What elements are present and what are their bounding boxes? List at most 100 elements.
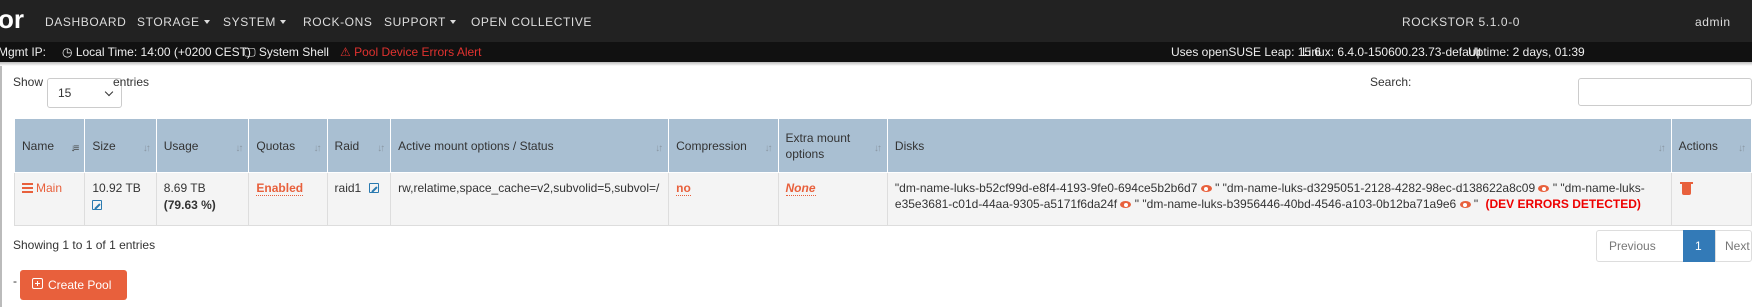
column-label: Compression xyxy=(676,138,747,153)
pool-name-link[interactable]: Main xyxy=(22,181,62,195)
sort-icon: ↓↑ xyxy=(235,143,243,154)
nav-open-collective[interactable]: OPEN COLLECTIVE xyxy=(471,15,592,29)
disk-name: " "dm-name-luks-d3295051-2128-4282-98ec-… xyxy=(1215,181,1536,195)
column-header-mount-options[interactable]: Active mount options / Status ↓↑ xyxy=(390,118,670,173)
table-header-row: Name ↓≡ Size ↓↑ Usage ↓↑ Quotas ↓↑ Raid ↓↑ Ac… xyxy=(13,118,1752,173)
page-size-value: 15 xyxy=(58,86,72,100)
create-pool-label: Create Pool xyxy=(48,278,112,292)
system-shell-label: System Shell xyxy=(258,45,329,59)
disk-name: " xyxy=(1473,197,1479,211)
search-input[interactable] xyxy=(1578,78,1752,106)
header-shadow xyxy=(0,62,1752,66)
page-1-button[interactable]: 1 xyxy=(1683,230,1715,262)
disk-name: " "dm-name-luks-b3956446-40bd-4546-a103-… xyxy=(1134,197,1457,211)
column-header-extra-mount[interactable]: Extra mount options ↓↑ xyxy=(777,118,888,173)
system-shell-link[interactable]: 🖵 System Shell xyxy=(244,45,329,60)
column-header-name[interactable]: Name ↓≡ xyxy=(13,118,86,173)
warning-icon: ⚠ xyxy=(340,45,351,59)
extra-mount-toggle[interactable]: None xyxy=(785,181,816,196)
page-size-select[interactable]: 15 xyxy=(47,78,122,108)
cell-quotas: Enabled xyxy=(248,172,328,226)
column-header-size[interactable]: Size ↓↑ xyxy=(84,118,157,173)
eye-icon[interactable] xyxy=(1200,185,1212,192)
mount-options-value: rw,relatime,space_cache=v2,subvolid=5,su… xyxy=(398,181,660,195)
nav-rock-ons[interactable]: ROCK-ONS xyxy=(303,15,372,29)
version-label: ROCKSTOR 5.1.0-0 xyxy=(1402,15,1521,29)
disk-name: "dm-name-luks-b52cf99d-e8f4-4193-9fe0-69… xyxy=(894,181,1198,195)
column-label: Disks xyxy=(894,138,925,153)
local-time-label: Local Time: 14:00 (+0200 CEST) xyxy=(75,45,251,59)
chevron-down-icon xyxy=(279,20,286,24)
dash-text: - xyxy=(13,274,17,288)
nav-support[interactable]: SUPPORT xyxy=(384,15,456,29)
local-time: ◷ Local Time: 14:00 (+0200 CEST) xyxy=(62,45,251,59)
status-bar: Mgmt IP: ◷ Local Time: 14:00 (+0200 CEST… xyxy=(0,42,1752,62)
chevron-down-icon xyxy=(450,20,456,24)
column-header-disks[interactable]: Disks ↓↑ xyxy=(886,118,1672,173)
pool-device-errors-alert[interactable]: ⚠ Pool Device Errors Alert xyxy=(340,45,482,59)
show-label: Show xyxy=(13,75,44,89)
raid-value: raid1 xyxy=(334,181,362,195)
usage-percent: (79.63 %) xyxy=(163,198,216,212)
eye-icon[interactable] xyxy=(1120,201,1132,208)
disk-name: " "dm-name-luks- xyxy=(1552,181,1645,195)
user-menu[interactable]: admin xyxy=(1695,15,1731,29)
trash-icon[interactable] xyxy=(1679,182,1693,195)
edit-size-icon[interactable] xyxy=(92,200,103,210)
alert-label: Pool Device Errors Alert xyxy=(354,45,482,59)
sort-asc-icon: ↓≡ xyxy=(70,143,79,154)
sort-icon: ↓↑ xyxy=(873,143,882,154)
brand-logo-fragment[interactable]: or xyxy=(0,4,24,34)
table-info: Showing 1 to 1 of 1 entries xyxy=(13,238,156,252)
sort-icon: ↓↑ xyxy=(313,143,322,154)
uptime-info: Uptime: 2 days, 01:39 xyxy=(1468,45,1585,59)
column-label: Active mount options / Status xyxy=(398,138,554,153)
size-value: 10.92 TB xyxy=(92,181,141,195)
list-icon xyxy=(22,183,33,193)
nav-support-label: SUPPORT xyxy=(384,15,446,29)
nav-dashboard[interactable]: DASHBOARD xyxy=(45,15,126,29)
edit-raid-icon[interactable] xyxy=(368,183,379,193)
cell-disks: "dm-name-luks-b52cf99d-e8f4-4193-9fe0-69… xyxy=(886,172,1672,226)
sort-icon: ↓↑ xyxy=(1738,143,1746,154)
cell-compression: no xyxy=(668,172,779,226)
nav-storage-label: STORAGE xyxy=(137,15,200,29)
mgmt-ip-label: Mgmt IP: xyxy=(0,45,47,59)
cell-raid: raid1 xyxy=(326,172,392,226)
monitor-icon: 🖵 xyxy=(244,45,256,59)
column-label: Quotas xyxy=(256,138,296,153)
eye-icon[interactable] xyxy=(1538,185,1550,192)
column-header-actions[interactable]: Actions ↓↑ xyxy=(1670,118,1752,173)
cell-size: 10.92 TB xyxy=(84,172,157,226)
column-header-compression[interactable]: Compression ↓↑ xyxy=(668,118,779,173)
compression-toggle[interactable]: no xyxy=(676,181,691,196)
column-header-raid[interactable]: Raid ↓↑ xyxy=(326,118,392,173)
eye-icon[interactable] xyxy=(1459,201,1471,208)
previous-button[interactable]: Previous xyxy=(1596,230,1684,262)
sort-icon: ↓↑ xyxy=(764,143,773,154)
column-label: Usage xyxy=(163,138,199,153)
column-label: Raid xyxy=(334,138,360,153)
column-header-usage[interactable]: Usage ↓↑ xyxy=(155,118,250,173)
linux-info: Linux: 6.4.0-150600.23.73-default xyxy=(1302,45,1482,59)
plus-square-icon xyxy=(32,278,43,289)
disk-name: e35e3681-c01d-44aa-9305-a5171f6da24f xyxy=(894,197,1118,211)
pools-table: Name ↓≡ Size ↓↑ Usage ↓↑ Quotas ↓↑ Raid ↓↑ Ac… xyxy=(13,118,1752,226)
dev-errors-badge: (DEV ERRORS DETECTED) xyxy=(1485,197,1641,211)
cell-name: Main xyxy=(13,172,86,226)
sort-icon: ↓↑ xyxy=(142,143,151,154)
quotas-toggle[interactable]: Enabled xyxy=(256,181,304,196)
create-pool-button[interactable]: Create Pool xyxy=(20,270,127,300)
nav-storage[interactable]: STORAGE xyxy=(137,15,210,29)
sort-icon: ↓↑ xyxy=(377,143,385,154)
chevron-down-icon xyxy=(203,20,210,24)
os-info: Uses openSUSE Leap: 15.6 xyxy=(1171,45,1322,59)
next-button[interactable]: Next xyxy=(1715,230,1752,262)
nav-system[interactable]: SYSTEM xyxy=(223,15,286,29)
top-navbar: or DASHBOARD STORAGE SYSTEM ROCK-ONS SUP… xyxy=(0,0,1752,42)
column-header-quotas[interactable]: Quotas ↓↑ xyxy=(248,118,328,173)
column-label: Name xyxy=(22,138,55,153)
clock-icon: ◷ xyxy=(62,45,73,59)
entries-label: entries xyxy=(113,75,150,89)
column-label: Size xyxy=(92,138,116,153)
